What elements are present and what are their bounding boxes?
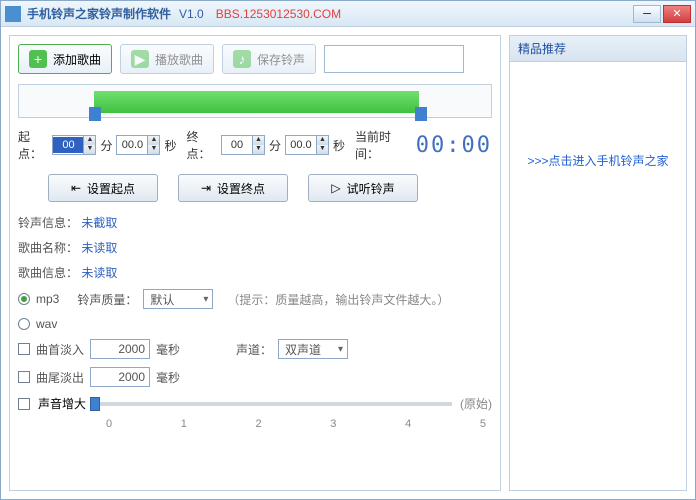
search-input[interactable] [324,45,464,73]
ruler-tick: 4 [405,418,411,430]
end-min-value: 00 [222,137,252,153]
start-sec-spinner[interactable]: 00.0 ▲▼ [116,135,160,155]
channel-label: 声道： [236,341,272,358]
fade-out-checkbox[interactable] [18,371,30,383]
set-end-label: 设置终点 [217,180,265,197]
plus-icon: + [29,50,47,68]
channel-select[interactable]: 双声道 [278,339,348,359]
end-sec-value: 00.0 [286,137,316,153]
side-link[interactable]: >>>点击进入手机铃声之家 [510,62,686,259]
main-panel: + 添加歌曲 ▶ 播放歌曲 ♪ 保存铃声 起点： [9,35,501,491]
quality-value: 默认 [150,291,174,308]
start-min-spinner[interactable]: 00 ▲▼ [52,135,96,155]
ms-unit2: 毫秒 [156,369,180,386]
preview-label: 试听铃声 [347,180,395,197]
set-start-label: 设置起点 [87,180,135,197]
end-handle[interactable] [415,107,427,121]
side-header: 精品推荐 [510,36,686,62]
fade-in-input[interactable]: 2000 [90,339,150,359]
save-ringtone-button[interactable]: ♪ 保存铃声 [222,44,316,74]
quality-label: 铃声质量： [77,291,137,308]
min-unit2: 分 [269,137,281,154]
song-name-label: 歌曲名称： [18,241,78,255]
current-time-label: 当前时间： [355,128,406,162]
volume-ruler: 0 1 2 3 4 5 [106,418,486,430]
mp3-radio[interactable] [18,293,30,305]
play-song-label: 播放歌曲 [155,51,203,68]
wav-label: wav [36,317,57,331]
volume-orig-label: (原始) [460,395,492,412]
volume-boost-checkbox[interactable] [18,398,30,410]
digital-clock: 00:00 [416,133,492,158]
spin-down-icon[interactable]: ▼ [316,145,328,154]
ring-info-value: 未截取 [81,216,117,230]
ruler-tick: 0 [106,418,112,430]
end-sec-spinner[interactable]: 00.0 ▲▼ [285,135,329,155]
fade-out-value: 2000 [118,370,145,384]
waveform-selection [94,91,419,113]
side-panel: 精品推荐 >>>点击进入手机铃声之家 [509,35,687,491]
spin-down-icon[interactable]: ▼ [83,145,95,154]
ruler-tick: 3 [330,418,336,430]
spin-up-icon[interactable]: ▲ [316,136,328,145]
ruler-tick: 1 [181,418,187,430]
titlebar: 手机铃声之家铃声制作软件 V1.0 BBS.1253012530.COM ─ ✕ [1,1,695,27]
quality-hint: （提示：质量越高，输出铃声文件越大。） [227,291,449,308]
bbs-url: BBS.1253012530.COM [216,7,341,21]
app-icon [5,6,21,22]
fade-out-input[interactable]: 2000 [90,367,150,387]
volume-boost-label: 声音增大 [38,395,86,412]
sec-unit2: 秒 [333,137,345,154]
spin-up-icon[interactable]: ▲ [252,136,264,145]
start-handle[interactable] [89,107,101,121]
set-end-button[interactable]: ⇥ 设置终点 [178,174,288,202]
waveform-track[interactable] [18,84,492,118]
fade-out-label: 曲尾淡出 [36,369,84,386]
marker-start-icon: ⇤ [71,181,81,195]
spin-down-icon[interactable]: ▼ [147,145,159,154]
ms-unit1: 毫秒 [156,341,180,358]
ring-info-label: 铃声信息： [18,216,78,230]
start-label: 起点： [18,128,48,162]
play-song-button[interactable]: ▶ 播放歌曲 [120,44,214,74]
set-start-button[interactable]: ⇤ 设置起点 [48,174,158,202]
close-button[interactable]: ✕ [663,5,691,23]
song-info-value: 未读取 [81,266,117,280]
add-song-button[interactable]: + 添加歌曲 [18,44,112,74]
end-label: 终点： [187,128,217,162]
fade-in-value: 2000 [118,342,145,356]
window-title: 手机铃声之家铃声制作软件 [27,5,171,22]
minimize-button[interactable]: ─ [633,5,661,23]
save-ringtone-label: 保存铃声 [257,51,305,68]
marker-end-icon: ⇥ [201,181,211,195]
sec-unit: 秒 [164,137,176,154]
end-min-spinner[interactable]: 00 ▲▼ [221,135,265,155]
start-sec-value: 00.0 [117,137,147,153]
min-unit: 分 [100,137,112,154]
spin-up-icon[interactable]: ▲ [83,136,95,145]
play-icon: ▶ [131,50,149,68]
fade-in-label: 曲首淡入 [36,341,84,358]
mp3-label: mp3 [36,292,59,306]
quality-select[interactable]: 默认 [143,289,213,309]
ruler-tick: 5 [480,418,486,430]
add-song-label: 添加歌曲 [53,51,101,68]
spin-up-icon[interactable]: ▲ [147,136,159,145]
preview-play-icon: ▷ [331,181,340,195]
song-info-label: 歌曲信息： [18,266,78,280]
spin-down-icon[interactable]: ▼ [252,145,264,154]
channel-value: 双声道 [285,341,321,358]
start-min-value: 00 [53,137,83,153]
note-icon: ♪ [233,50,251,68]
fade-in-checkbox[interactable] [18,343,30,355]
version-label: V1.0 [179,7,204,21]
volume-thumb[interactable] [90,397,100,411]
wav-radio[interactable] [18,318,30,330]
preview-button[interactable]: ▷ 试听铃声 [308,174,418,202]
volume-slider[interactable] [94,402,452,406]
song-name-value: 未读取 [81,241,117,255]
ruler-tick: 2 [256,418,262,430]
